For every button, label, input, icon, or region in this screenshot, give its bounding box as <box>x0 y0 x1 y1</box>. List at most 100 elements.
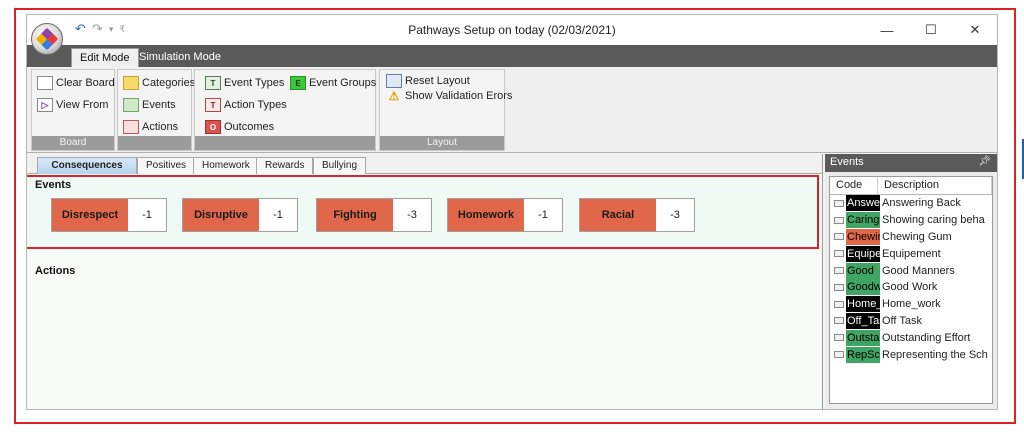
column-header-code[interactable]: Code <box>830 177 878 194</box>
maximize-button[interactable]: ☐ <box>909 15 953 45</box>
list-item[interactable]: RepSchRepresenting the Sch <box>830 346 992 363</box>
event-row-icon <box>834 199 844 207</box>
ribbon-group-label-board: Board <box>32 136 114 150</box>
event-row-icon <box>834 351 844 359</box>
ribbon-group-board: Clear Board ▷ View From Board <box>31 69 115 151</box>
view-from-icon: ▷ <box>37 98 53 112</box>
event-card-disruptive[interactable]: Disruptive -1 <box>182 198 298 232</box>
tab-positives[interactable]: Positives <box>137 157 196 174</box>
event-code: Good <box>846 262 880 279</box>
list-item[interactable]: Good Good Manners <box>830 262 992 279</box>
event-row-icon <box>834 334 844 342</box>
clear-board-icon <box>37 76 53 90</box>
event-row-icon <box>834 317 844 325</box>
event-row-icon <box>834 300 844 308</box>
event-types-icon: T <box>205 76 221 90</box>
close-button[interactable]: ✕ <box>953 15 997 45</box>
event-card-name: Homework <box>448 199 524 231</box>
event-row-icon <box>834 283 844 291</box>
event-card-value: -1 <box>259 199 297 231</box>
list-item[interactable]: Equipe Equipement <box>830 245 992 262</box>
list-item[interactable]: Caring Showing caring beha <box>830 212 992 229</box>
event-card-name: Disrespect <box>52 199 128 231</box>
minimize-button[interactable]: — <box>865 15 909 45</box>
event-description: Good Work <box>882 281 938 294</box>
board-area: Consequences Positives Homework Rewards … <box>27 154 823 409</box>
event-code: Equipe <box>846 245 880 262</box>
action-types-icon: T <box>205 98 221 112</box>
reset-layout-icon <box>386 74 402 88</box>
events-list: Code Description AnswerAnswering BackCar… <box>829 176 993 404</box>
list-item[interactable]: Off_TasOff Task <box>830 312 992 330</box>
event-card-name: Fighting <box>317 199 393 231</box>
clear-board-button[interactable]: Clear Board <box>37 76 115 90</box>
actions-button[interactable]: Actions <box>123 120 178 134</box>
ribbon-group-label-layout: Layout <box>380 136 504 150</box>
app-window: ↶ ↷ ▾ ₹ Pathways Setup on today (02/03/2… <box>26 14 998 410</box>
event-row-icon <box>834 233 844 241</box>
event-code: RepSch <box>846 346 880 363</box>
window-title: Pathways Setup on today (02/03/2021) <box>408 23 616 37</box>
event-row-icon <box>834 267 844 275</box>
events-button[interactable]: Events <box>123 98 176 112</box>
ribbon-group-types: T Event Types E Event Groups T Action Ty… <box>194 69 376 151</box>
event-card-fighting[interactable]: Fighting -3 <box>316 198 432 232</box>
events-icon <box>123 98 139 112</box>
event-card-value: -3 <box>656 199 694 231</box>
event-card-name: Disruptive <box>183 199 259 231</box>
event-description: Chewing Gum <box>882 230 952 243</box>
events-panel: Events 📌︎ Code Description AnswerAnsweri… <box>825 154 997 409</box>
event-card-racial[interactable]: Racial -3 <box>579 198 695 232</box>
outcomes-icon: O <box>205 120 221 134</box>
event-row-icon <box>834 250 844 258</box>
tab-simulation-mode[interactable]: Simulation Mode <box>131 48 229 67</box>
event-code: Caring <box>846 212 880 229</box>
column-header-description[interactable]: Description <box>878 177 992 194</box>
categories-button[interactable]: Categories <box>123 76 195 90</box>
action-types-button[interactable]: T Action Types <box>205 98 287 112</box>
event-types-button[interactable]: T Event Types <box>205 76 284 90</box>
app-menu-orb-icon[interactable] <box>31 23 63 55</box>
event-groups-button[interactable]: E Event Groups <box>290 76 376 90</box>
event-description: Good Manners <box>882 264 955 277</box>
tab-bullying[interactable]: Bullying <box>313 157 367 174</box>
tab-consequences[interactable]: Consequences <box>37 157 137 174</box>
event-card-homework[interactable]: Homework -1 <box>447 198 563 232</box>
tab-edit-mode[interactable]: Edit Mode <box>71 48 139 67</box>
event-card-value: -3 <box>393 199 431 231</box>
event-description: Outstanding Effort <box>882 331 971 344</box>
event-row-icon <box>834 216 844 224</box>
event-description: Home_work <box>882 298 941 311</box>
events-section: Events Disrespect -1 Disruptive -1 Fight… <box>27 175 819 249</box>
warning-icon: ⚠ <box>388 89 400 103</box>
list-item[interactable]: AnswerAnswering Back <box>830 195 992 212</box>
list-item[interactable]: Goodw Good Work <box>830 279 992 296</box>
list-item[interactable]: Outsta Outstanding Effort <box>830 329 992 346</box>
actions-section-title: Actions <box>35 265 76 277</box>
event-card-disrespect[interactable]: Disrespect -1 <box>51 198 167 232</box>
event-description: Representing the Sch <box>882 348 988 361</box>
event-code: Home_ <box>846 296 880 313</box>
list-item[interactable]: Home_ Home_work <box>830 296 992 313</box>
tab-rewards[interactable]: Rewards <box>256 157 314 174</box>
list-item[interactable]: ChewinChewing Gum <box>830 228 992 246</box>
view-from-button[interactable]: ▷ View From <box>37 98 108 112</box>
event-groups-icon: E <box>290 76 306 90</box>
event-card-value: -1 <box>128 199 166 231</box>
show-validation-errors-button[interactable]: ⚠ Show Validation Erors <box>386 89 513 103</box>
ribbon: Clear Board ▷ View From Board Categories… <box>27 67 997 153</box>
event-description: Showing caring beha <box>882 214 985 227</box>
reset-layout-button[interactable]: Reset Layout <box>386 74 470 88</box>
event-code: Answer <box>846 195 880 212</box>
events-list-header: Code Description <box>830 177 992 195</box>
event-code: Chewin <box>846 228 880 245</box>
ribbon-group-editors: Categories Events Actions <box>117 69 195 151</box>
event-description: Off Task <box>882 314 922 327</box>
tab-homework[interactable]: Homework <box>193 157 259 174</box>
event-code: Goodw <box>846 279 880 296</box>
outcomes-button[interactable]: O Outcomes <box>205 120 274 134</box>
pin-icon[interactable]: 📌︎ <box>978 156 991 167</box>
event-code: Off_Tas <box>846 312 880 329</box>
event-description: Answering Back <box>882 197 961 210</box>
board-tab-strip: Consequences Positives Homework Rewards … <box>27 154 822 174</box>
